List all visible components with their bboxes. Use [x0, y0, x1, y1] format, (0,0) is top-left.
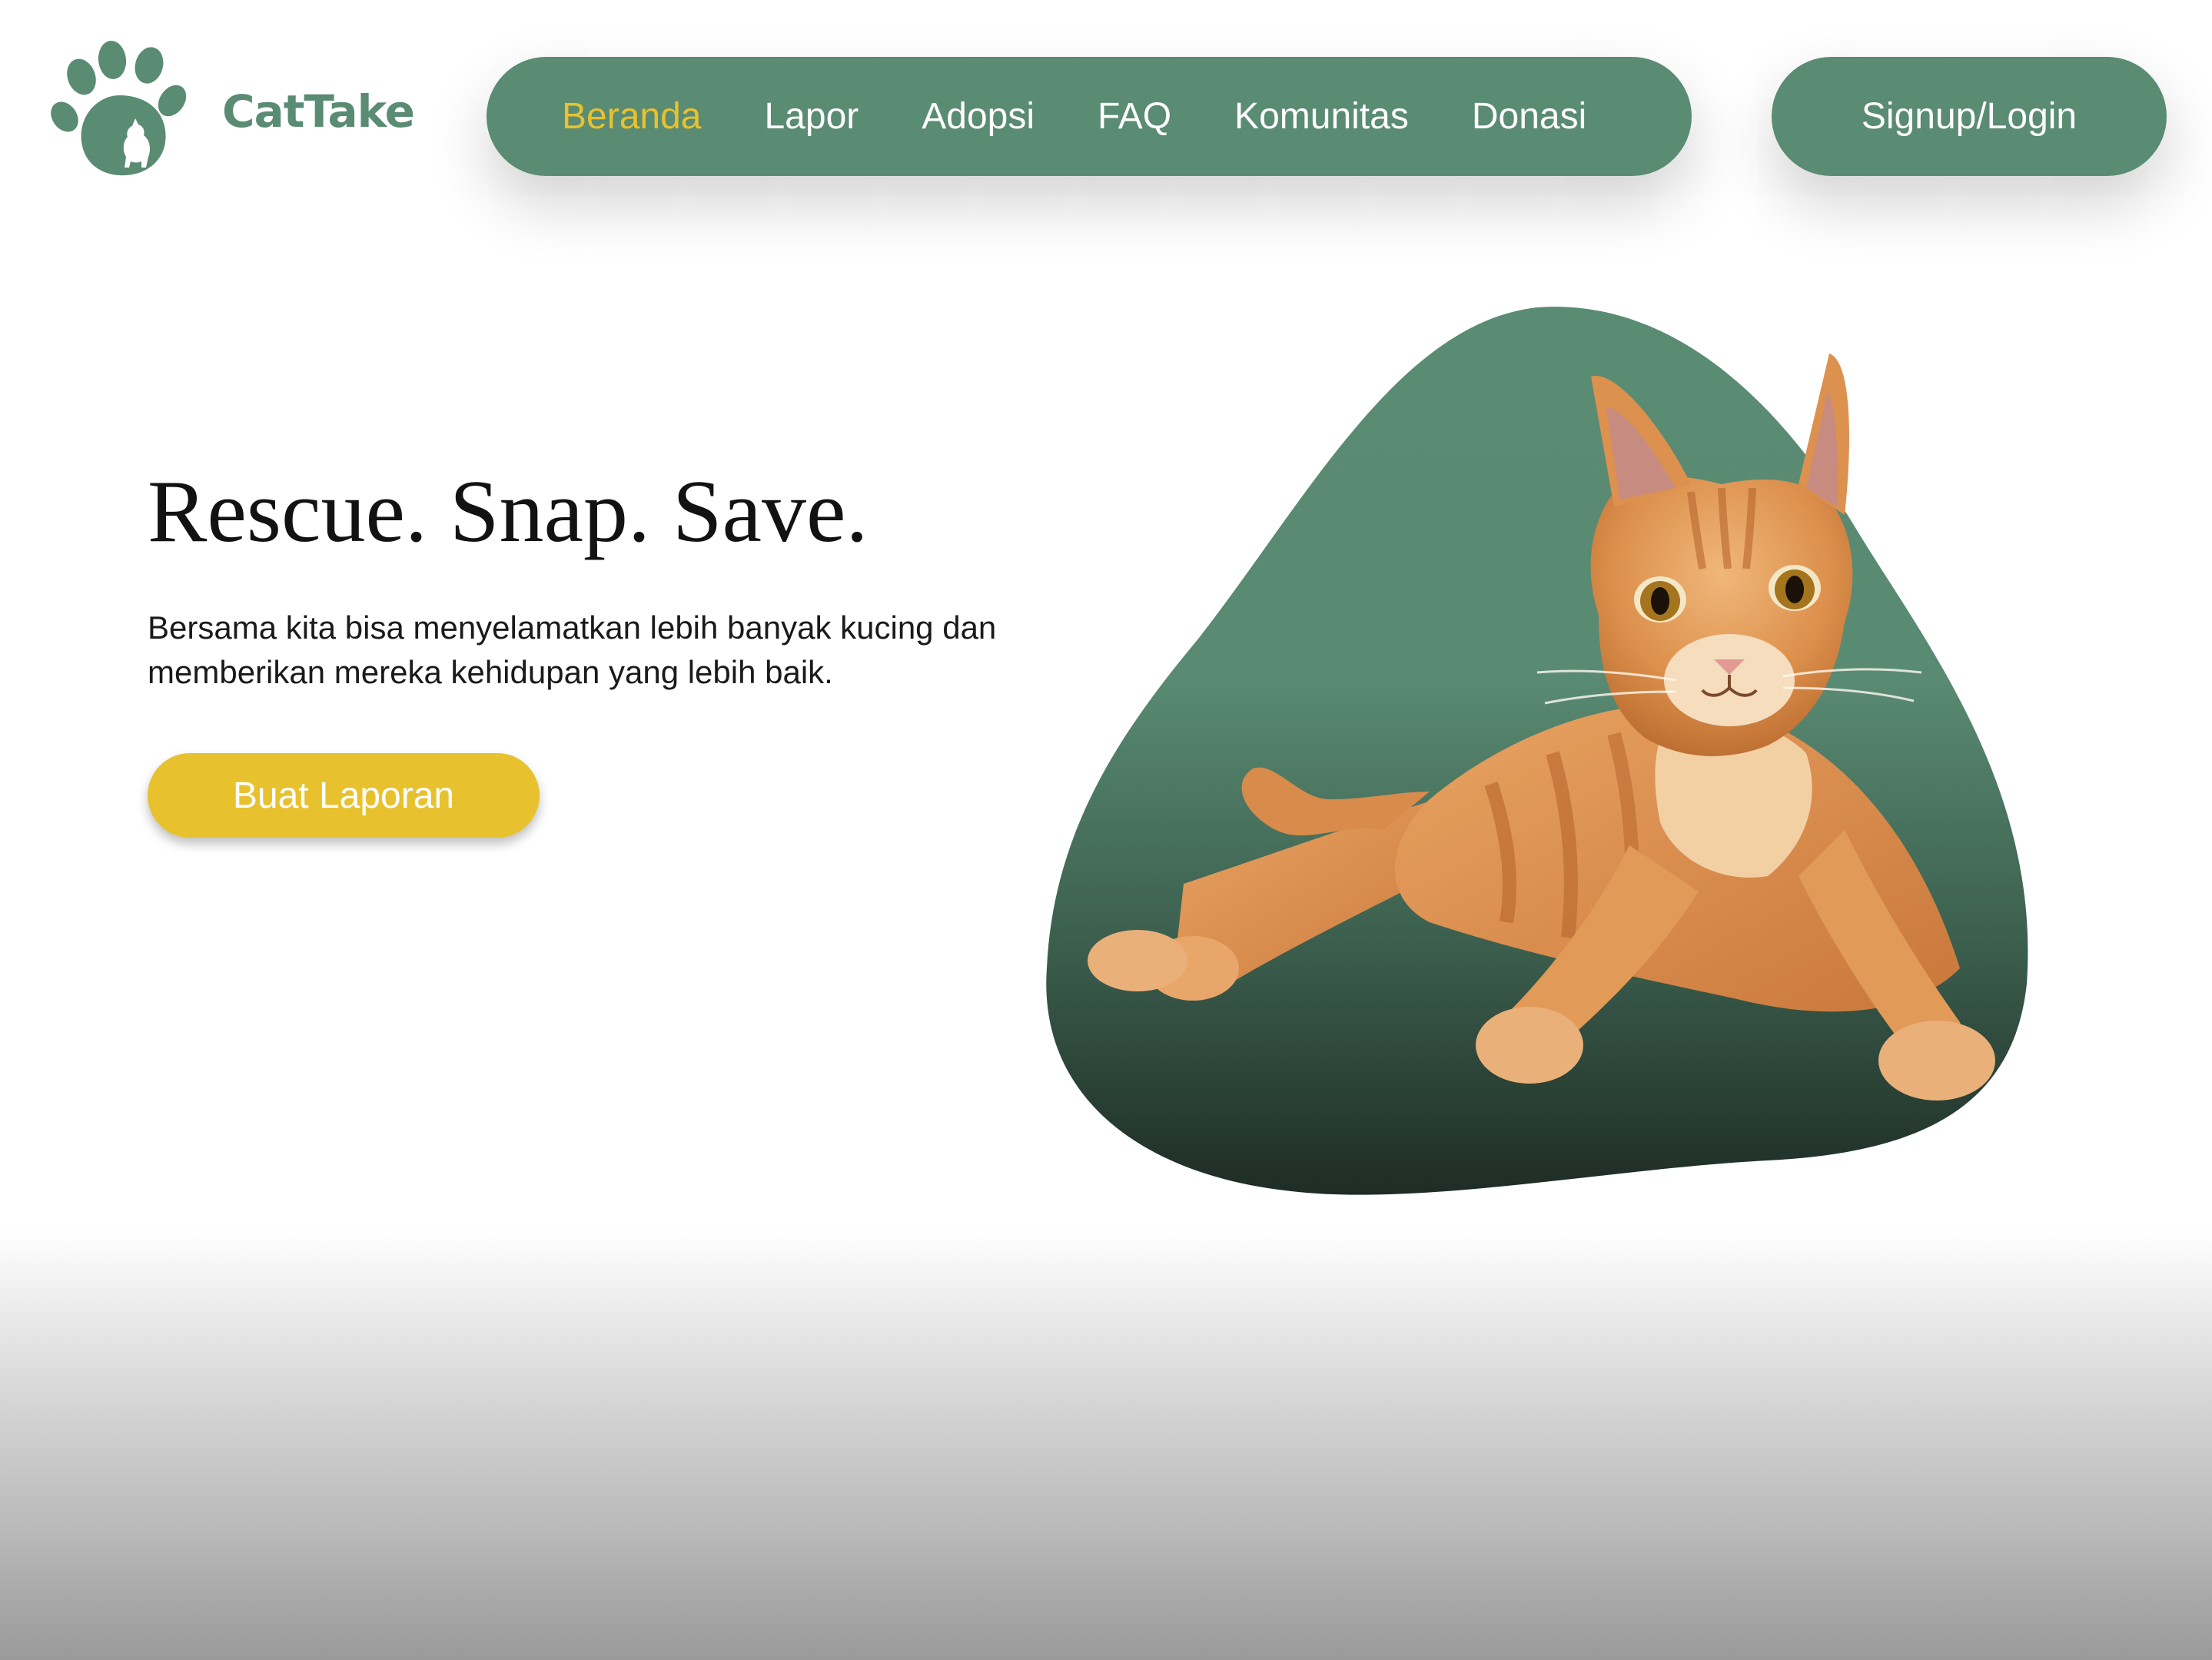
brand-logo[interactable]: CatTake: [49, 40, 415, 182]
hero-cat-image: [1046, 307, 2028, 1195]
nav-item-komunitas[interactable]: Komunitas: [1234, 95, 1409, 138]
nav-item-donasi[interactable]: Donasi: [1472, 95, 1586, 138]
hero-description: Bersama kita bisa menyelamatkan lebih ba…: [148, 609, 997, 690]
signup-login-button[interactable]: Signup/Login: [1772, 57, 2167, 176]
nav-item-adopsi[interactable]: Adopsi: [922, 95, 1035, 138]
hero-title: Rescue. Snap. Save.: [148, 463, 869, 561]
main-nav: Beranda Lapor Adopsi FAQ Komunitas Donas…: [487, 57, 1692, 176]
buat-laporan-button[interactable]: Buat Laporan: [148, 753, 540, 838]
bottom-fade: [0, 1230, 2212, 1660]
nav-item-faq[interactable]: FAQ: [1098, 95, 1171, 138]
nav-item-lapor[interactable]: Lapor: [764, 95, 859, 138]
brand-name: CatTake: [222, 85, 415, 138]
paw-cat-icon: [51, 41, 187, 176]
nav-item-beranda[interactable]: Beranda: [562, 95, 701, 138]
